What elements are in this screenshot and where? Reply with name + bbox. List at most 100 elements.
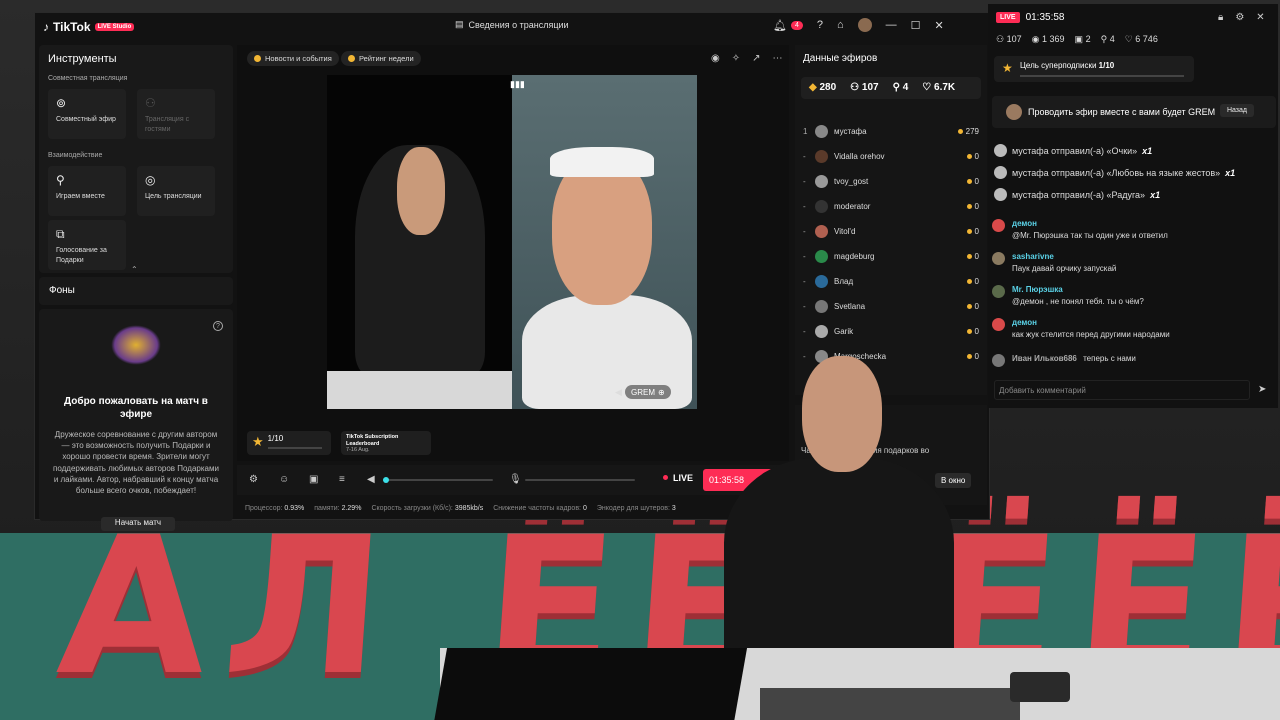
stream-goal-tool[interactable]: ◎ Цель трансляции: [137, 166, 215, 216]
help-icon[interactable]: ?: [817, 19, 823, 31]
chat-message[interactable]: Mr. Пюрэшка @демон , не понял тебя. ты о …: [992, 284, 1144, 307]
lock-icon[interactable]: 🔒︎: [1218, 12, 1223, 23]
minimize-icon[interactable]: —: [886, 19, 897, 31]
gifter-coins: 0: [967, 302, 979, 311]
gifter-rank: -: [803, 276, 806, 286]
super-subscription-goal[interactable]: Цель суперподписки 1/10: [994, 56, 1194, 82]
effects-icon[interactable]: ✧: [732, 53, 740, 64]
gifter-row[interactable]: 1 мустафа 279: [803, 121, 979, 141]
gifter-coins: 0: [967, 177, 979, 186]
gifter-avatar: [815, 249, 828, 263]
close-icon[interactable]: ✕: [935, 19, 944, 32]
fps-drop-stat: Снижение частоты кадров: 0: [493, 505, 587, 512]
chat-avatar: [992, 219, 1005, 232]
host-desk: [327, 371, 512, 409]
gifter-row[interactable]: - Svetlana 0: [803, 296, 979, 316]
maximize-icon[interactable]: ☐: [911, 19, 921, 32]
chat-message[interactable]: демон как жук стелится перед другими наро…: [992, 317, 1170, 340]
gifter-avatar: [815, 149, 828, 163]
chat-username[interactable]: демон: [1012, 219, 1037, 228]
scene-icon[interactable]: ▣: [309, 474, 318, 485]
guests-tool[interactable]: ⚇ Трансляция с гостями: [137, 89, 215, 139]
share-icon[interactable]: ↗: [752, 53, 760, 64]
gift-event: мустафа отправил(-а) «Любовь на языке же…: [994, 166, 1235, 179]
chat-overlay: LIVE 01:35:58 🔒︎ ⚙ ✕ ⚇ 107 ◉ 1 369 ▣ 2 ⚲…: [988, 4, 1278, 408]
info-card-icon: ▤: [455, 19, 464, 29]
help-circle-icon[interactable]: ?: [213, 321, 223, 331]
bell-icon[interactable]: 🔔︎: [773, 19, 787, 32]
chat-viewers: ⚇ 107: [996, 34, 1022, 44]
viewers-icon: ⚇: [996, 34, 1005, 44]
chat-gifts: ▣ 2: [1074, 34, 1091, 44]
gifter-row[interactable]: - tvoy_gost 0: [803, 171, 979, 191]
laptop: [432, 648, 748, 720]
app-brand: TikTok: [53, 20, 91, 34]
tools-panel: Инструменты Совместная трансляция ⊚ Совм…: [39, 45, 233, 273]
guest-name-tag[interactable]: GREM ⊕: [625, 385, 671, 399]
gift-multiplier: x1: [1150, 189, 1161, 200]
volume-knob[interactable]: [383, 477, 389, 483]
gifter-avatar: [815, 299, 828, 313]
gift-event: мустафа отправил(-а) «Очки» x1: [994, 144, 1152, 157]
gifter-row[interactable]: - Vitol'd 0: [803, 221, 979, 241]
keyboard: [760, 688, 1020, 720]
chat-message[interactable]: демон @Mr. Пюрэшка так ты один уже и отве…: [992, 218, 1168, 241]
comment-input[interactable]: Добавить комментарий: [994, 380, 1250, 400]
match-title: Добро пожаловать на матч в эфире: [64, 396, 208, 420]
microphone-icon[interactable]: 🎙︎: [509, 474, 522, 485]
speaker-icon[interactable]: ◀︎: [615, 387, 622, 398]
cohost-banner: Проводить эфир вместе с вами будет GREM …: [992, 96, 1276, 128]
gift-text: мустафа отправил(-а) «Любовь на языке же…: [1012, 167, 1221, 178]
foreground-host: ⁣: [724, 350, 964, 670]
record-icon[interactable]: ◉: [711, 53, 720, 64]
goal-widget[interactable]: ★ 1/10: [247, 431, 331, 455]
backgrounds-panel[interactable]: Фоны: [39, 277, 233, 305]
weekly-rank-chip[interactable]: Рейтинг недели: [341, 51, 421, 66]
goal-progress-bar: [267, 447, 322, 449]
chat-tools: 🔒︎ ⚙ ✕: [1218, 12, 1265, 23]
play-together-tool[interactable]: ⚲ Играем вместе: [48, 166, 126, 216]
settings-gear-icon[interactable]: ⚙: [249, 474, 258, 485]
home-icon[interactable]: ⌂: [837, 19, 844, 31]
back-button[interactable]: Назад: [1219, 104, 1254, 117]
gifter-row[interactable]: - Garik 0: [803, 321, 979, 341]
start-match-button[interactable]: Начать матч: [101, 517, 175, 531]
sliders-icon[interactable]: ≡: [339, 474, 345, 485]
close-chat-icon[interactable]: ✕: [1256, 12, 1264, 23]
chat-username[interactable]: sasharivne: [1012, 252, 1054, 261]
settings-icon[interactable]: ⚙: [1235, 12, 1244, 23]
gifter-row[interactable]: - moderator 0: [803, 196, 979, 216]
gifter-row[interactable]: - magdeburg 0: [803, 246, 979, 266]
cohost-tool-label: Совместный эфир: [56, 116, 116, 124]
user-plus-icon: ⚲: [1100, 34, 1108, 44]
face-icon[interactable]: ☺: [279, 474, 289, 485]
match-description: Дружеское соревнование с другим автором …: [53, 430, 219, 495]
chat-message[interactable]: Иван Ильков686 теперь с нами: [992, 353, 1136, 367]
gift-vote-tool[interactable]: ⧉ Голосование за Подарки: [48, 220, 126, 270]
gifter-row[interactable]: - Vidalla orehov 0: [803, 146, 979, 166]
leaderboard-widget[interactable]: TikTok Subscription Leaderboard 7-16 Aug…: [341, 431, 431, 455]
gifter-coins: 0: [967, 202, 979, 211]
news-chip[interactable]: Новости и события: [247, 51, 339, 66]
volume-icon[interactable]: ◀︎: [367, 474, 375, 485]
profile-avatar[interactable]: [857, 18, 872, 32]
volume-slider[interactable]: [383, 477, 493, 483]
chat-message[interactable]: sasharivne Паук давай орчику запускай: [992, 251, 1116, 274]
guest-video-feed: [512, 75, 697, 409]
chat-avatar: [992, 354, 1005, 367]
chat-username[interactable]: Mr. Пюрэшка: [1012, 285, 1063, 294]
mic-slider[interactable]: [525, 479, 635, 481]
chat-username[interactable]: Иван Ильков686: [1012, 354, 1077, 363]
stream-info-button[interactable]: ▤ Сведения о трансляции: [455, 19, 569, 30]
collapse-chevron-icon[interactable]: ⌃: [131, 265, 138, 274]
comment-placeholder: Добавить комментарий: [999, 386, 1086, 395]
chat-timer: 01:35:58: [1025, 12, 1065, 23]
send-icon[interactable]: ➤: [1258, 384, 1266, 395]
gifter-row[interactable]: - Влад 0: [803, 271, 979, 291]
guest-face: [552, 155, 652, 305]
more-icon[interactable]: ⋯: [773, 53, 783, 64]
chat-username[interactable]: демон: [1012, 318, 1037, 327]
gifter-rank: -: [803, 176, 806, 186]
gifter-name: Svetlana: [834, 301, 866, 311]
cohost-tool[interactable]: ⊚ Совместный эфир: [48, 89, 126, 139]
